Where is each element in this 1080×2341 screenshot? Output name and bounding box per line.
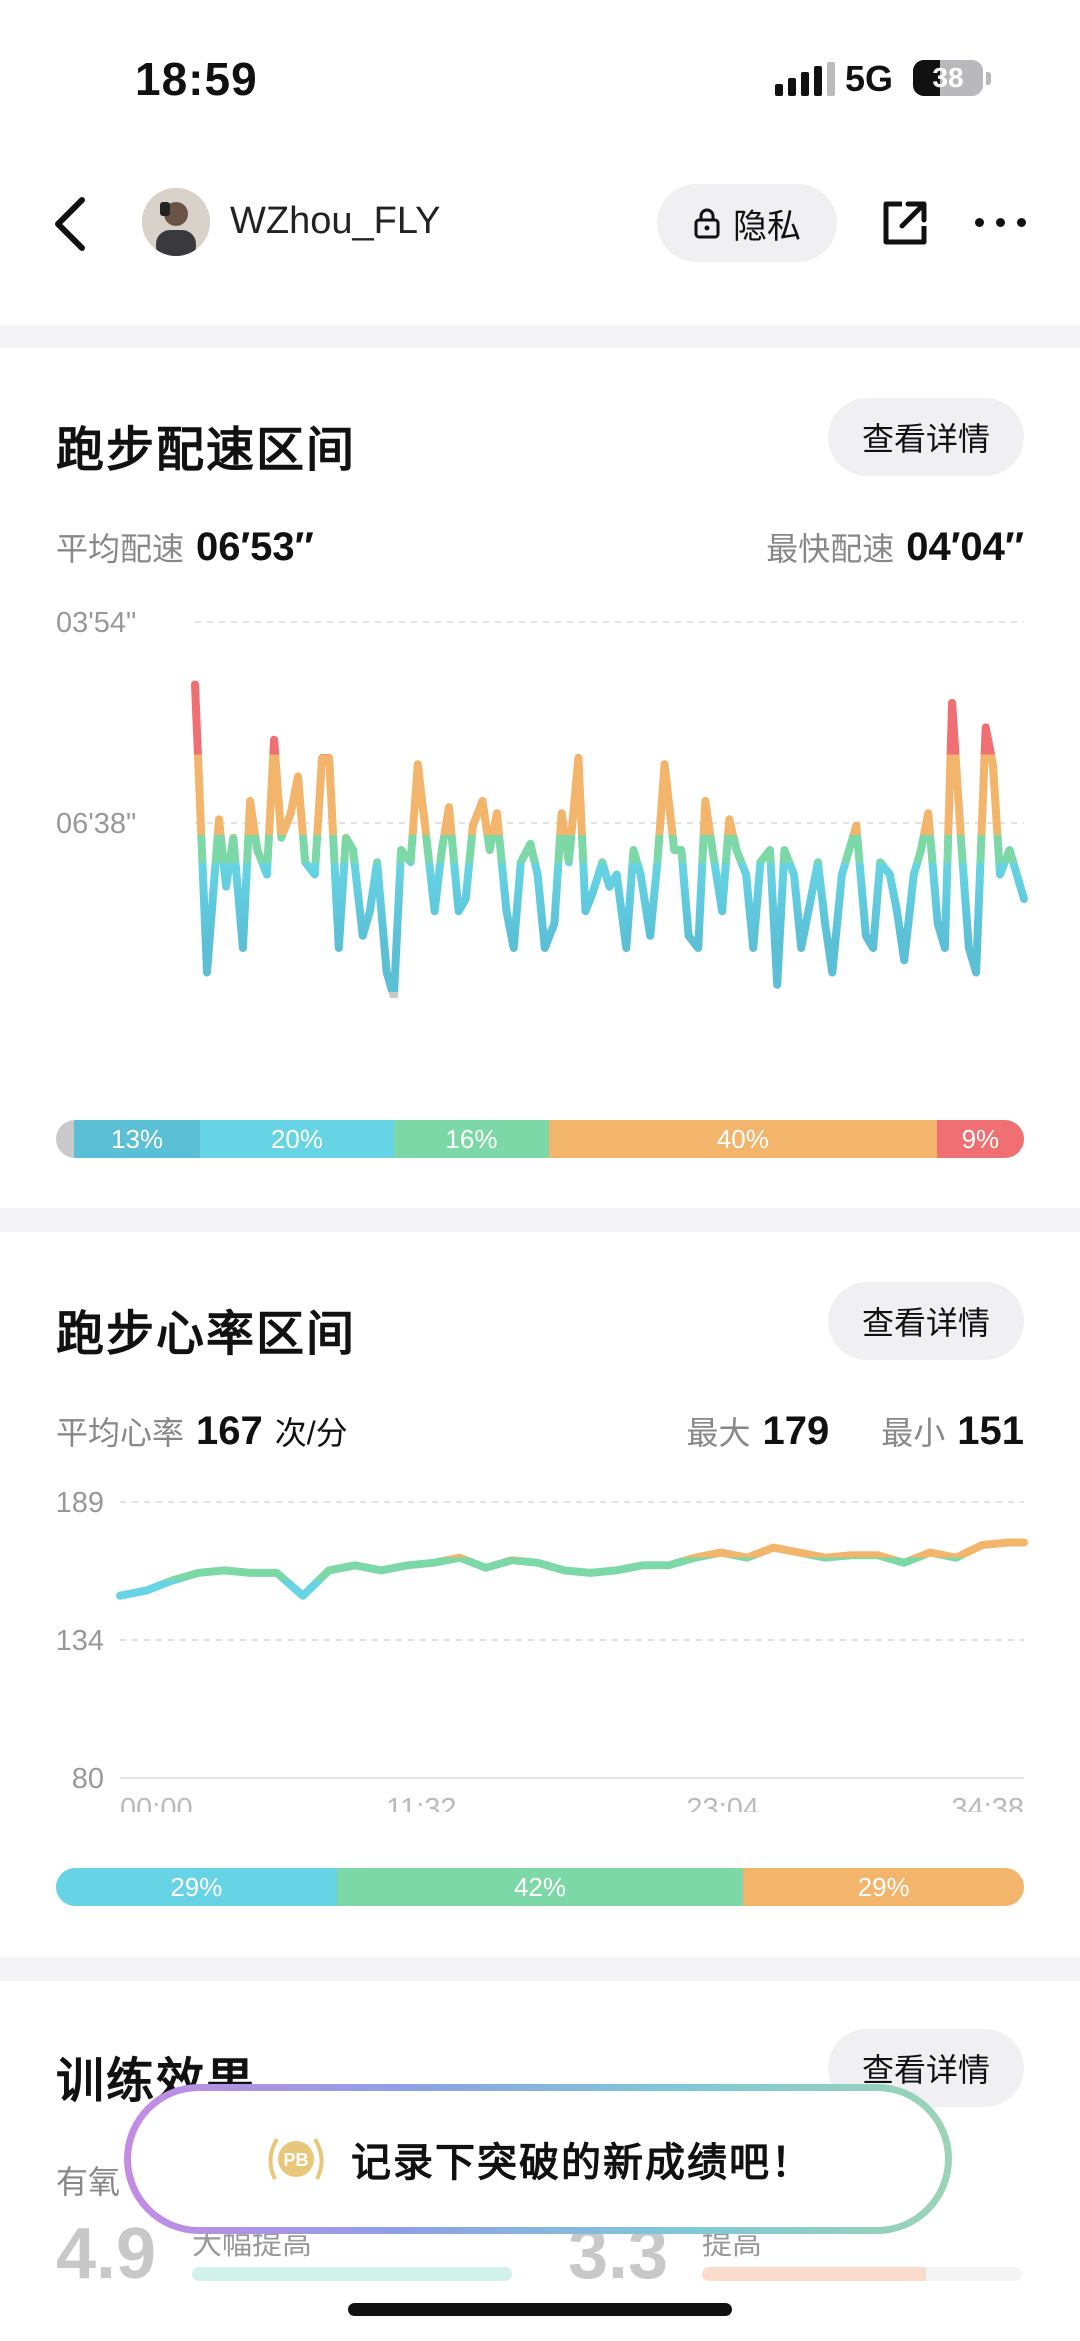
fastest-pace-stat: 最快配速 04′04″ [766,524,1024,570]
hr-card-title: 跑步心率区间 [56,1308,357,1361]
avg-pace-label: 平均配速 [56,531,185,567]
hr-zone-2: 42% [336,1868,744,1906]
top-nav: WZhou_FLY 隐私 [0,150,1080,325]
hr-x-tick: 11:32 [386,1793,456,1812]
hr-detail-button[interactable]: 查看详情 [828,1282,1024,1360]
cellular-signal-icon [775,62,835,96]
pace-series-line [191,680,1028,998]
battery-level: 38 [932,62,964,93]
pb-badge-icon: PB [268,2137,324,2180]
hr-x-tick: 00:00 [120,1793,193,1812]
pace-zone-card: 跑步配速区间 查看详情 平均配速 06′53″ 最快配速 04′04″ 03'5… [0,348,1080,1208]
avg-hr-value: 167 [196,1409,263,1453]
pace-detail-button[interactable]: 查看详情 [828,398,1024,476]
avatar[interactable] [142,188,210,256]
fastest-pace-label: 最快配速 [766,531,895,567]
more-options-icon[interactable] [975,218,1026,227]
username[interactable]: WZhou_FLY [230,200,440,243]
hr-zone-3: 29% [743,1868,1024,1906]
max-hr-label: 最大 [686,1415,751,1451]
privacy-label: 隐私 [733,207,801,246]
pb-toast[interactable]: PB 记录下突破的新成绩吧！ [124,2084,952,2234]
pb-toast-text: 记录下突破的新成绩吧！ [351,2141,813,2185]
hr-y-tick: 189 [56,1487,104,1519]
battery-icon: 38 [913,60,983,96]
pace-zone-1: 13% [74,1120,201,1158]
hr-x-tick: 23:04 [686,1793,759,1812]
fastest-pace-value: 04′04″ [906,525,1024,569]
avg-hr-label: 平均心率 [56,1415,185,1451]
status-time: 18:59 [135,53,258,105]
aerobic-label: 有氧 [56,2164,121,2200]
hr-x-tick: 34:38 [951,1793,1024,1812]
pace-y-tick: 03'54" [56,607,136,639]
max-hr-value: 179 [762,1409,830,1453]
avg-pace-value: 06′53″ [196,525,314,569]
min-hr-label: 最小 [881,1415,946,1451]
battery-tip [986,72,991,85]
pace-card-title: 跑步配速区间 [56,424,357,477]
status-bar: 18:59 5G 38 [0,0,1080,150]
hr-y-tick: 134 [56,1625,104,1657]
privacy-button[interactable]: 隐私 [657,184,837,262]
avg-hr-stat: 平均心率 167 次/分 [56,1408,348,1454]
hr-zone-card: 跑步心率区间 查看详情 平均心率 167 次/分 最大 179 最小 151 1… [0,1232,1080,1957]
aerobic-progress [192,2267,512,2281]
anaerobic-progress [702,2267,1022,2281]
pace-zone-4: 40% [549,1120,937,1158]
hr-y-tick: 80 [72,1763,104,1795]
pace-chart: 03'54"06'38"09'22"00:0011:3223:0434:38 [56,607,1028,998]
hr-zone-1: 29% [56,1868,337,1906]
pace-zone-5: 9% [936,1120,1024,1158]
share-icon[interactable] [880,198,930,248]
pace-zone-2: 20% [200,1120,394,1158]
home-indicator[interactable] [348,2303,732,2316]
pace-zone-bar: 13% 20% 16% 40% 9% [56,1120,1024,1158]
hr-chart: 189 134 80 00:00 11:32 23:04 34:38 [56,1487,1028,1812]
pace-y-tick: 06'38" [56,808,136,840]
avg-hr-unit: 次/分 [274,1415,348,1451]
hr-range-stat: 最大 179 最小 151 [686,1408,1024,1454]
pace-zone-3: 16% [393,1120,549,1158]
network-type: 5G [845,58,894,99]
lock-icon [694,208,720,239]
hr-zone-bar: 29% 42% 29% [56,1868,1024,1906]
min-hr-value: 151 [957,1409,1024,1453]
hr-series-line [116,1538,1028,1600]
pace-zone-unrecorded [56,1120,74,1158]
back-arrow-icon[interactable] [48,194,92,254]
avg-pace-stat: 平均配速 06′53″ [56,524,314,570]
aerobic-value: 4.9 [56,2214,157,2294]
pb-badge-text: PB [283,2150,308,2170]
